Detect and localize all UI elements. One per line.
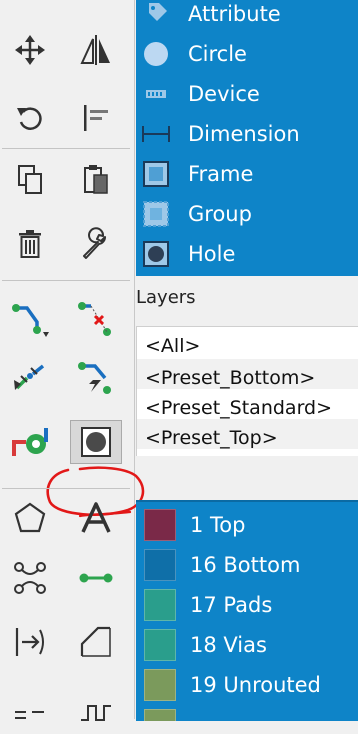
layer-preset-item[interactable]: <Preset_Top> [145,427,278,455]
route-icon [12,304,49,337]
meander-icon [81,705,111,721]
route-tool[interactable] [4,296,56,340]
polygon-icon [14,502,46,533]
layer-color-list: 1 Top 16 Bottom 17 Pads 18 Vias 19 Unrou… [136,500,358,721]
layer-preset-list: <All> <Preset_Bottom> <Preset_Standard> … [136,326,358,456]
layer-item-label: 18 Vias [190,633,267,657]
move-tool[interactable] [4,28,56,72]
object-item-frame[interactable]: Frame [136,154,253,194]
object-type-panel: Attribute Circle Device Dimension Frame … [136,0,358,276]
layer-color-swatch [144,709,176,721]
paste-tool[interactable] [70,158,122,202]
pinswap-icon [15,628,44,656]
text-icon [81,502,111,533]
delete-tool[interactable] [4,222,56,266]
object-item-device[interactable]: Device [136,74,260,114]
wrench-icon [83,227,107,259]
layer-color-swatch [144,589,176,621]
attribute-icon [149,3,167,21]
layer-color-swatch [144,509,176,541]
hole-icon [143,241,169,267]
layer-item[interactable]: 19 Unrouted [136,665,321,705]
group-icon [143,201,169,227]
optimize-tool[interactable] [70,356,122,400]
layer-item[interactable]: 1 Top [136,505,245,545]
hole-tool[interactable] [70,420,122,464]
mirror-tool[interactable] [70,28,122,72]
dimension-icon [142,126,170,142]
object-item-label: Attribute [188,2,281,26]
layer-item[interactable]: 17 Pads [136,585,272,625]
hole-icon [81,427,111,457]
layer-color-swatch [144,549,176,581]
object-item-circle[interactable]: Circle [136,34,247,74]
circle-icon [144,42,168,66]
pinswap-tool[interactable] [4,620,56,664]
arc-tool[interactable] [4,690,56,734]
layer-item-label: 1 Top [190,513,246,537]
move-icon [15,35,45,65]
text-tool[interactable] [70,496,122,540]
layer-color-swatch [144,629,176,661]
ripup-tool[interactable] [70,296,122,340]
via-icon [12,428,48,456]
device-icon [146,90,166,98]
rotate-icon [17,107,42,130]
via-tool[interactable] [4,422,56,466]
layer-item-label: 19 Unrouted [190,673,321,697]
align-tool[interactable] [70,96,122,140]
object-item-attribute[interactable]: Attribute [136,0,281,34]
airwire-tool[interactable] [4,556,56,600]
object-item-label: Frame [188,162,254,186]
layer-preset-item[interactable]: <All> [145,335,200,363]
layer-color-swatch [144,669,176,701]
mirror-icon [80,35,110,65]
layer-item-label: 16 Bottom [190,553,301,577]
object-item-hole[interactable]: Hole [136,234,235,274]
object-item-group[interactable]: Group [136,194,252,234]
miter-icon [80,626,111,657]
meander-tool[interactable] [70,690,122,734]
object-item-label: Hole [188,242,236,266]
tool-palette [0,0,145,721]
frame-icon [143,161,169,187]
arc-icon [15,711,44,719]
layers-panel-title: Layers [136,287,196,308]
wire-tool[interactable] [70,556,122,600]
object-item-dimension[interactable]: Dimension [136,114,300,154]
align-icon [84,105,108,131]
polygon-tool[interactable] [4,496,56,540]
optimize-icon [78,362,111,394]
miter-tool[interactable] [70,620,122,664]
layer-item[interactable]: 16 Bottom [136,545,300,585]
layer-item[interactable]: 18 Vias [136,625,267,665]
layer-preset-item[interactable]: <Preset_Bottom> [145,367,315,395]
paste-icon [84,165,108,194]
airwire-icon [14,562,46,594]
delete-icon [19,230,41,258]
copy-icon [18,165,42,194]
split-icon [14,364,45,390]
object-item-label: Group [188,202,252,226]
ripup-icon [78,302,111,336]
copy-tool[interactable] [4,158,56,202]
split-tool[interactable] [4,356,56,400]
object-item-label: Dimension [188,122,300,146]
rotate-tool[interactable] [4,96,56,140]
layer-item-label: 17 Pads [190,593,273,617]
layer-preset-item[interactable]: <Preset_Standard> [145,397,332,425]
object-item-label: Circle [188,42,247,66]
object-item-label: Device [188,82,260,106]
change-tool[interactable] [70,222,122,266]
wire-icon [79,573,113,583]
